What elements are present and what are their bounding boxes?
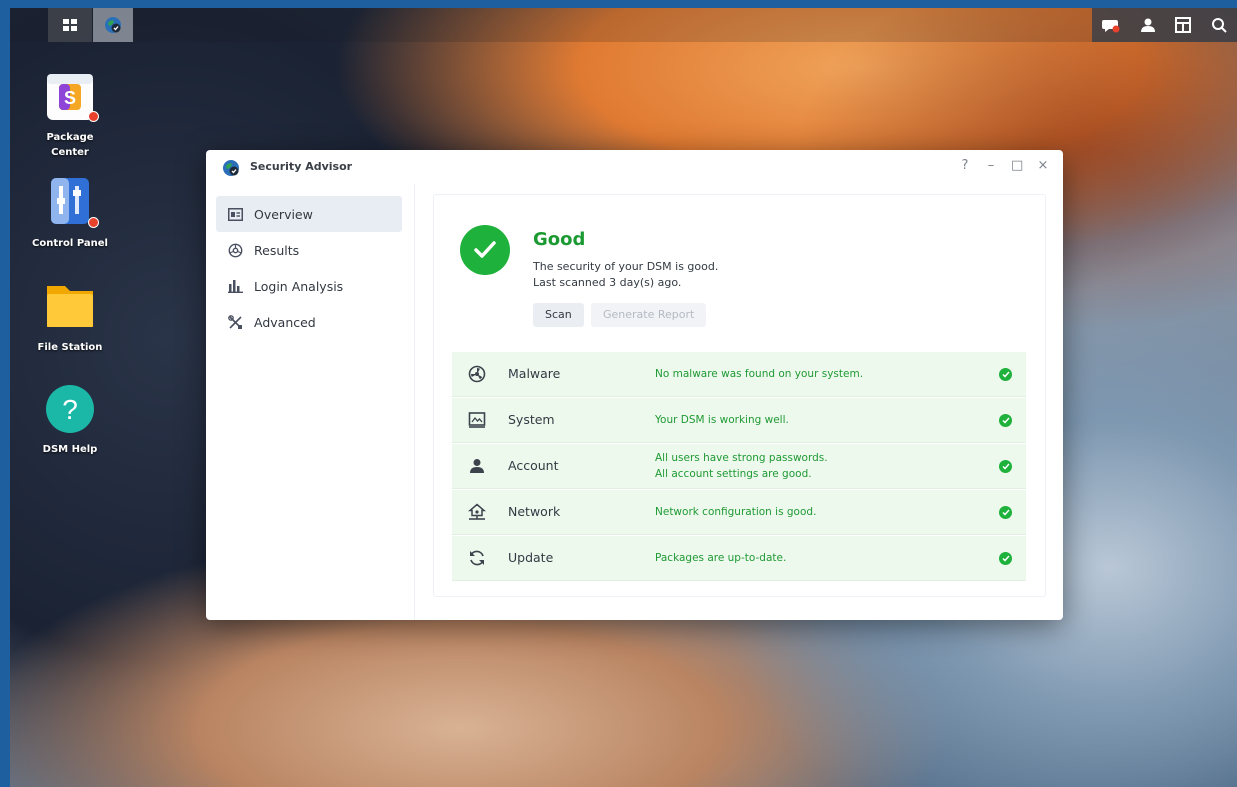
help-icon[interactable]: ? xyxy=(959,158,971,173)
user-icon[interactable] xyxy=(1140,17,1156,33)
package-center-label: Package Center xyxy=(46,132,94,158)
category-message: No malware was found on your system. xyxy=(655,368,864,380)
close-icon[interactable]: × xyxy=(1037,158,1049,173)
category-message-line-2: All account settings are good. xyxy=(655,468,812,480)
security-advisor-taskbar-button[interactable] xyxy=(93,8,133,42)
sidebar-item-advanced[interactable]: Advanced xyxy=(216,304,402,340)
sidebar-item-results[interactable]: Results xyxy=(216,232,402,268)
desktop-icon-control-panel[interactable]: Control Panel xyxy=(25,176,115,251)
network-icon xyxy=(468,503,486,521)
file-station-label: File Station xyxy=(37,342,103,353)
last-scanned: Last scanned 3 day(s) ago. xyxy=(533,276,682,289)
security-advisor-logo-icon xyxy=(223,160,239,176)
category-message: Packages are up-to-date. xyxy=(655,552,787,564)
category-name: Malware xyxy=(508,366,561,381)
category-message-line-1: All users have strong passwords. xyxy=(655,452,828,464)
notifications-icon[interactable] xyxy=(1101,17,1120,33)
sidebar-item-label: Overview xyxy=(254,206,313,222)
sidebar-divider xyxy=(414,184,415,620)
control-panel-icon xyxy=(43,176,99,230)
category-row-malware[interactable]: Malware No malware was found on your sys… xyxy=(452,352,1026,397)
login-analysis-icon xyxy=(228,279,246,293)
minimize-icon[interactable]: – xyxy=(985,158,997,173)
status-description: The security of your DSM is good. Last s… xyxy=(533,259,718,291)
desktop-icon-package-center[interactable]: S Package Center xyxy=(25,70,115,160)
check-icon xyxy=(999,414,1012,427)
check-icon xyxy=(999,506,1012,519)
maximize-icon[interactable]: □ xyxy=(1011,158,1023,173)
main-menu-button[interactable] xyxy=(48,8,92,42)
overview-icon xyxy=(228,207,246,221)
category-name: Network xyxy=(508,504,561,519)
window-titlebar[interactable]: Security Advisor ? – □ × xyxy=(206,150,1063,184)
svg-text:S: S xyxy=(64,88,76,108)
dsm-help-icon: ? xyxy=(43,382,97,436)
status-good-icon xyxy=(460,225,510,275)
category-row-update[interactable]: Update Packages are up-to-date. xyxy=(452,536,1026,581)
security-advisor-window: Security Advisor ? – □ × Overview Result… xyxy=(206,150,1063,620)
category-name: Account xyxy=(508,458,559,473)
status-summary: The security of your DSM is good. xyxy=(533,260,719,273)
generate-report-button[interactable]: Generate Report xyxy=(591,303,707,327)
sidebar-item-label: Login Analysis xyxy=(254,278,344,294)
window-title: Security Advisor xyxy=(250,160,353,173)
desktop-icon-file-station[interactable]: File Station xyxy=(25,280,115,355)
dsm-help-label: DSM Help xyxy=(42,444,98,455)
malware-icon xyxy=(468,365,486,383)
sidebar-item-label: Advanced xyxy=(254,314,316,330)
desktop-icon-dsm-help[interactable]: ? DSM Help xyxy=(25,382,115,457)
system-icon xyxy=(468,411,486,429)
sidebar: Overview Results Login Analysis Advanced xyxy=(216,196,402,340)
category-message: Your DSM is working well. xyxy=(655,414,789,426)
check-icon xyxy=(999,552,1012,565)
sidebar-item-label: Results xyxy=(254,242,300,258)
category-message: All users have strong passwords. All acc… xyxy=(655,450,828,482)
results-icon xyxy=(228,243,246,258)
check-icon xyxy=(999,460,1012,473)
file-station-icon xyxy=(43,280,97,334)
sidebar-item-login-analysis[interactable]: Login Analysis xyxy=(216,268,402,304)
svg-text:?: ? xyxy=(62,394,78,425)
category-list: Malware No malware was found on your sys… xyxy=(452,352,1026,582)
status-title: Good xyxy=(533,229,586,250)
taskbar xyxy=(10,8,1237,42)
overview-panel: Good The security of your DSM is good. L… xyxy=(433,194,1046,597)
main-menu-icon xyxy=(63,19,77,31)
category-name: System xyxy=(508,412,555,427)
advanced-icon xyxy=(228,314,246,330)
scan-button[interactable]: Scan xyxy=(533,303,584,327)
widgets-icon[interactable] xyxy=(1175,17,1192,33)
category-message: Network configuration is good. xyxy=(655,506,817,518)
check-icon xyxy=(999,368,1012,381)
account-icon xyxy=(468,457,486,475)
control-panel-label: Control Panel xyxy=(32,238,108,249)
security-advisor-taskbar-icon xyxy=(105,17,121,33)
update-icon xyxy=(468,549,486,567)
category-name: Update xyxy=(508,550,554,565)
package-center-icon: S xyxy=(43,70,99,124)
search-icon[interactable] xyxy=(1211,17,1227,33)
category-row-system[interactable]: System Your DSM is working well. xyxy=(452,398,1026,443)
category-row-network[interactable]: Network Network configuration is good. xyxy=(452,490,1026,535)
sidebar-item-overview[interactable]: Overview xyxy=(216,196,402,232)
category-row-account[interactable]: Account All users have strong passwords.… xyxy=(452,444,1026,489)
